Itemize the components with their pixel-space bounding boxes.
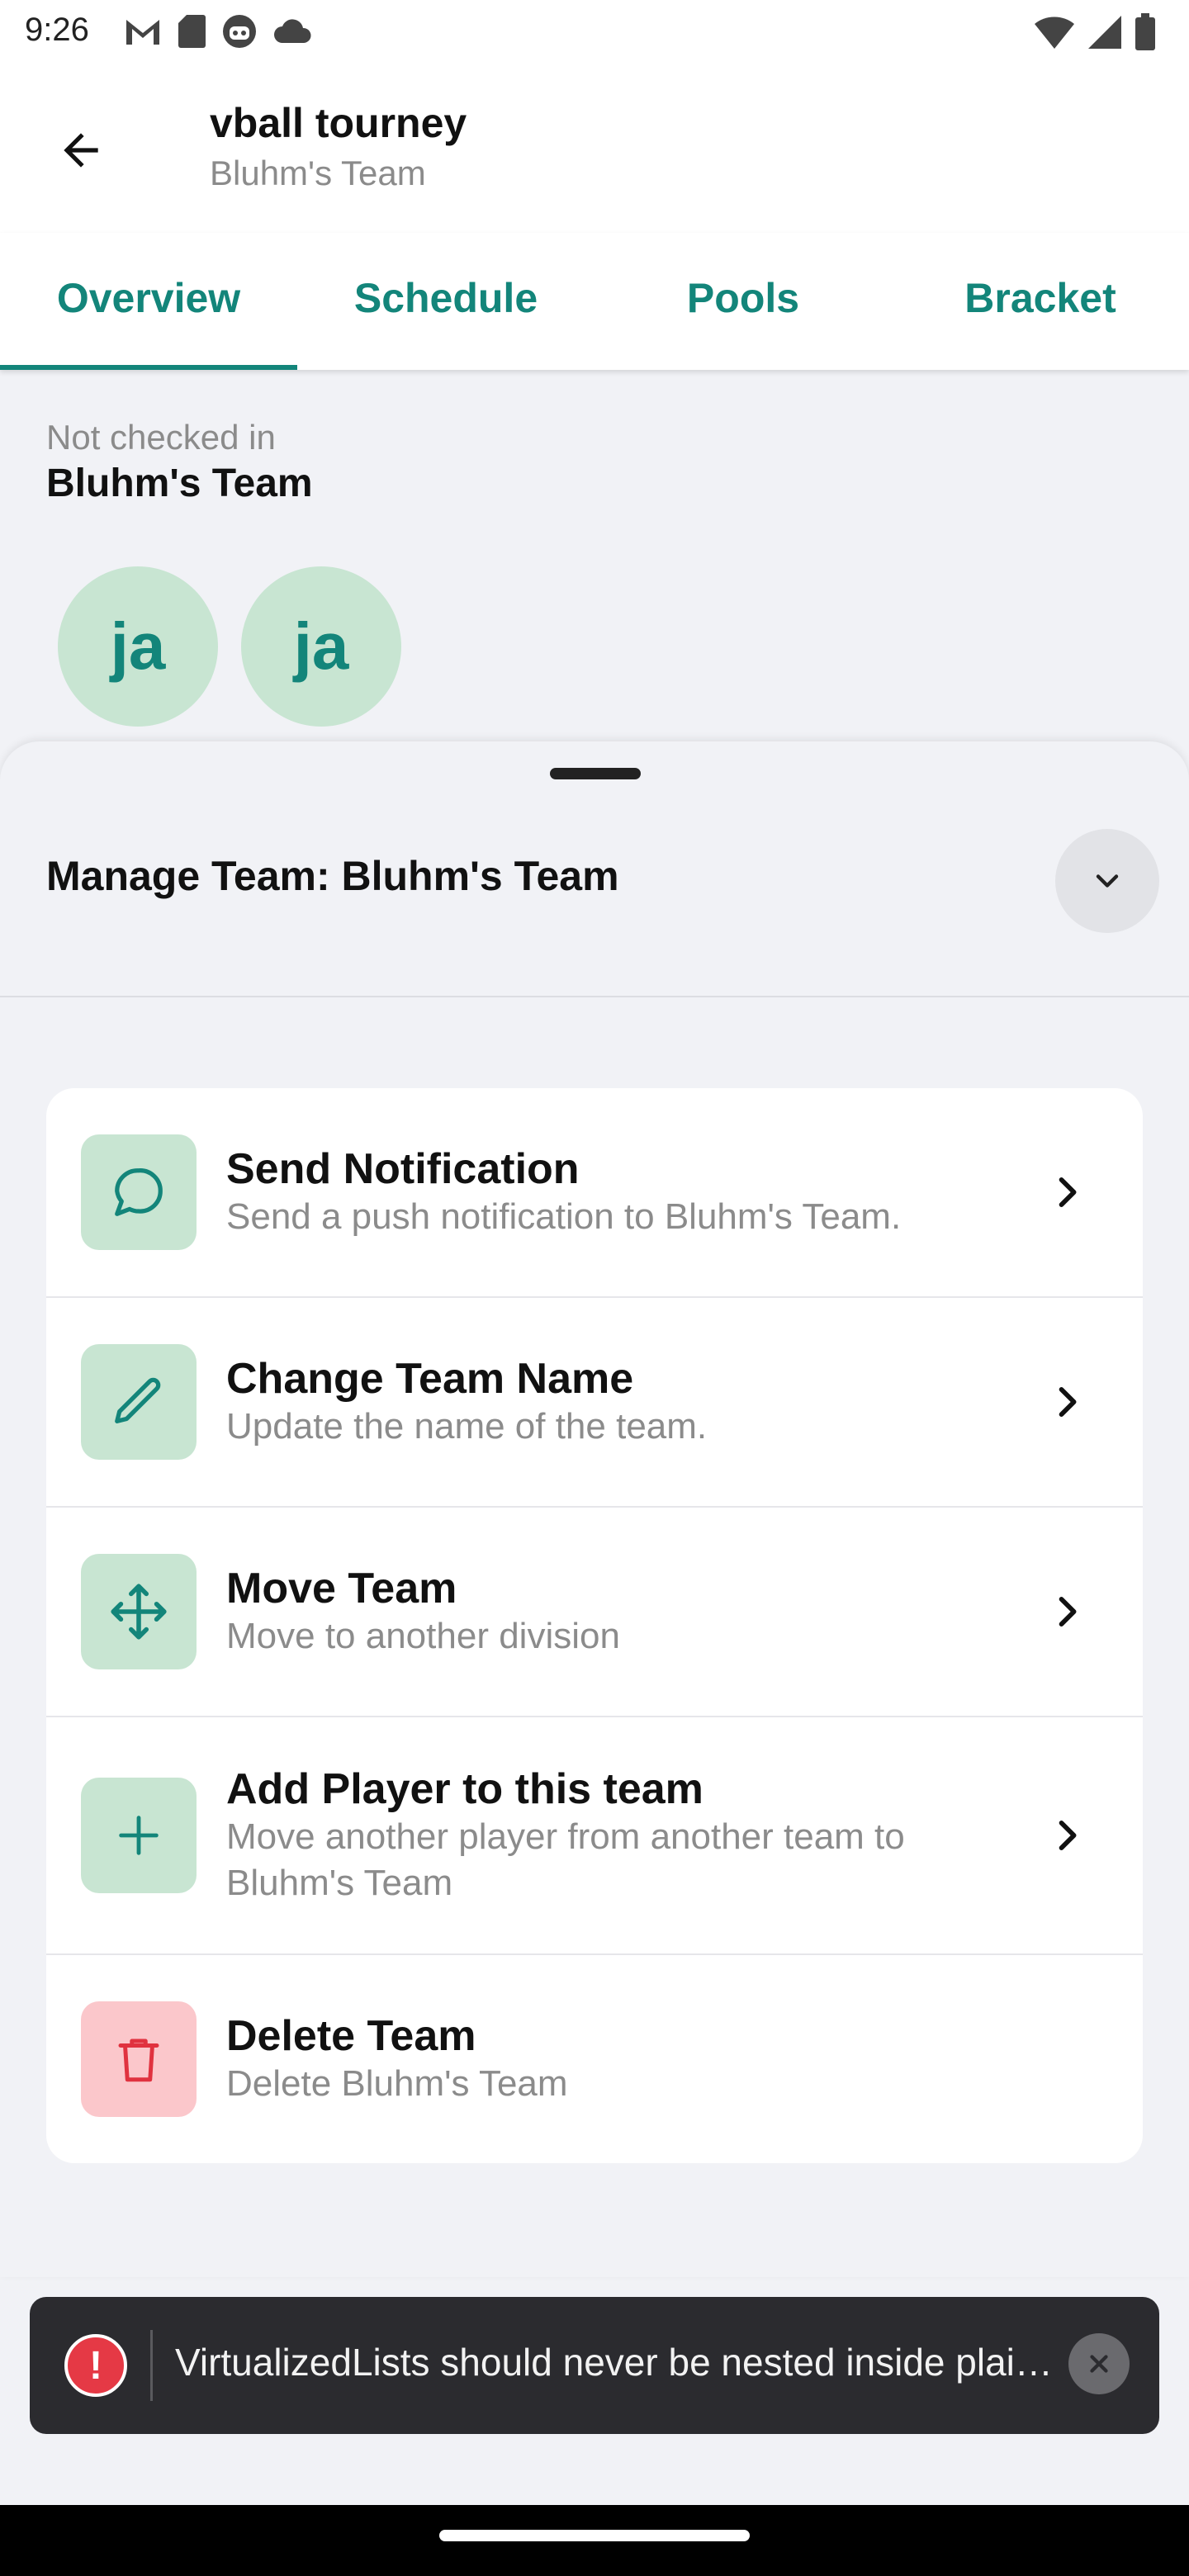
robot-icon — [223, 15, 256, 48]
status-bar: 9:26 — [0, 0, 1189, 69]
item-label: Add Player to this team — [226, 1765, 703, 1813]
collapse-sheet-button[interactable] — [1055, 829, 1159, 933]
gmail-icon — [126, 20, 159, 45]
battery-icon — [1135, 13, 1155, 50]
divider — [150, 2330, 153, 2401]
item-description: Send a push notification to Bluhm's Team… — [226, 1196, 902, 1237]
item-label: Move Team — [226, 1565, 457, 1612]
send-notification-item[interactable]: Send Notification Send a push notificati… — [46, 1088, 1143, 1296]
manage-options-list: Send Notification Send a push notificati… — [46, 1088, 1143, 2163]
avatar[interactable]: ja — [241, 566, 401, 727]
error-toast[interactable]: ! VirtualizedLists should never be neste… — [30, 2297, 1159, 2434]
chevron-right-icon — [1042, 1587, 1092, 1636]
team-name: Bluhm's Team — [46, 462, 313, 505]
chevron-right-icon — [1042, 1377, 1092, 1427]
tab-bracket[interactable]: Bracket — [892, 233, 1189, 370]
change-team-name-item[interactable]: Change Team Name Update the name of the … — [46, 1298, 1143, 1506]
move-arrows-icon — [111, 1584, 167, 1640]
signal-icon — [1088, 16, 1121, 49]
item-description: Move another player from another team to… — [226, 1816, 905, 1903]
tab-pools[interactable]: Pools — [594, 233, 892, 370]
sd-card-icon — [178, 15, 206, 48]
chevron-right-icon — [1042, 1811, 1092, 1860]
status-time: 9:26 — [25, 12, 89, 48]
sheet-drag-handle[interactable] — [550, 768, 641, 779]
tab-schedule[interactable]: Schedule — [297, 233, 594, 370]
toast-message: VirtualizedLists should never be nested … — [175, 2341, 1067, 2384]
page-title: vball tourney — [210, 100, 467, 146]
pencil-icon — [115, 1377, 161, 1423]
move-team-item[interactable]: Move Team Move to another division — [46, 1508, 1143, 1716]
item-description: Delete Bluhm's Team — [226, 2063, 568, 2104]
trash-icon — [118, 2039, 159, 2082]
arrow-back-icon — [64, 133, 98, 168]
chat-bubble-icon — [115, 1168, 163, 1216]
checkin-status: Not checked in — [46, 418, 276, 457]
sheet-title: Manage Team: Bluhm's Team — [46, 853, 619, 899]
system-nav-bar — [0, 2505, 1189, 2576]
player-avatars: ja ja — [58, 566, 401, 727]
page-subtitle: Bluhm's Team — [210, 154, 426, 192]
back-button[interactable] — [41, 111, 121, 190]
icon-box — [81, 1554, 197, 1669]
icon-box — [81, 1344, 197, 1460]
dismiss-toast-button[interactable] — [1068, 2333, 1130, 2394]
tab-bar: Overview Schedule Pools Bracket — [0, 233, 1189, 370]
item-label: Change Team Name — [226, 1355, 634, 1403]
home-indicator[interactable] — [439, 2530, 750, 2541]
tab-overview[interactable]: Overview — [0, 233, 297, 370]
item-label: Delete Team — [226, 2012, 476, 2060]
app-bar: vball tourney Bluhm's Team — [0, 69, 1189, 233]
wifi-icon — [1035, 17, 1074, 50]
chevron-down-icon — [1096, 874, 1119, 888]
avatar[interactable]: ja — [58, 566, 218, 727]
item-description: Move to another division — [226, 1616, 620, 1656]
delete-team-item[interactable]: Delete Team Delete Bluhm's Team — [46, 1955, 1143, 2163]
divider — [0, 996, 1189, 997]
manage-team-sheet: Manage Team: Bluhm's Team Send Notificat… — [0, 741, 1189, 2277]
item-description: Update the name of the team. — [226, 1406, 708, 1447]
icon-box — [81, 1134, 197, 1250]
cloud-icon — [274, 19, 311, 43]
close-icon — [1090, 2355, 1108, 2373]
notification-icons — [124, 13, 314, 50]
item-label: Send Notification — [226, 1145, 580, 1193]
system-icons — [1034, 13, 1156, 51]
icon-box — [81, 1778, 197, 1893]
error-icon: ! — [64, 2334, 127, 2397]
icon-box — [81, 2001, 197, 2117]
plus-icon — [119, 1816, 159, 1855]
chevron-right-icon — [1042, 1167, 1092, 1217]
add-player-item[interactable]: Add Player to this team Move another pla… — [46, 1717, 1143, 1953]
